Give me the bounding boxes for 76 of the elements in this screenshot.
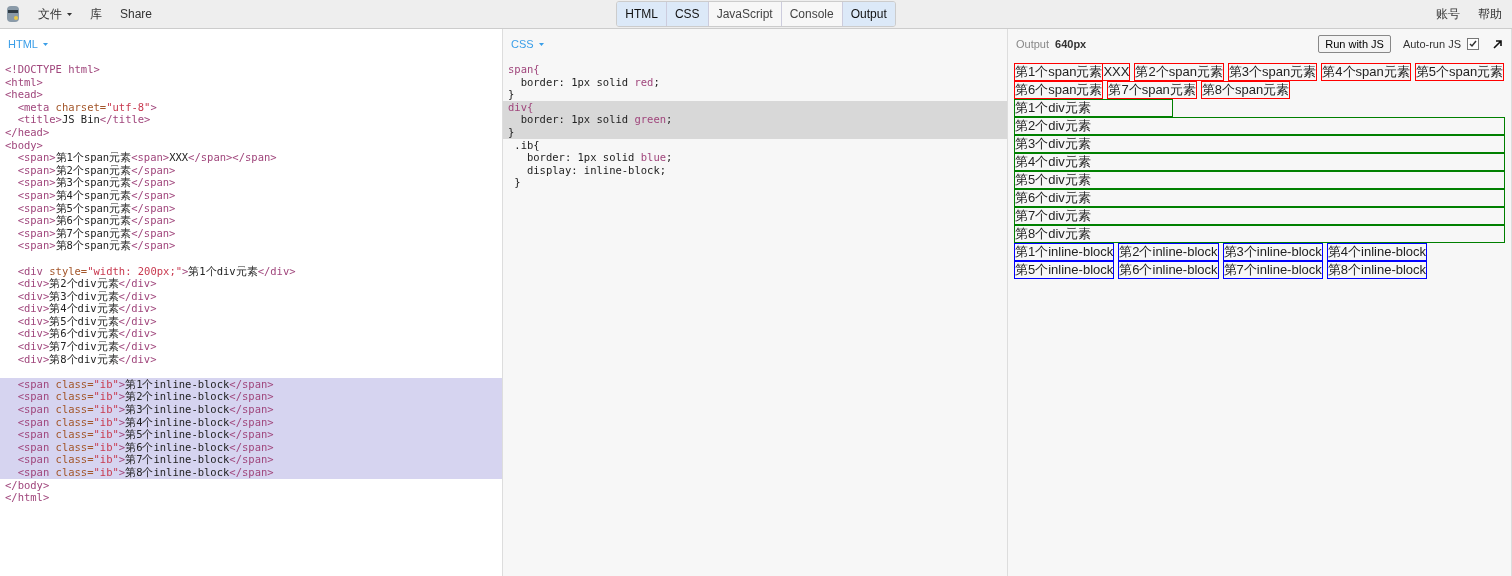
code-line: border: 1px solid red; [519, 75, 661, 89]
panel-title: Output [1016, 38, 1050, 50]
code-line: <div>第3个div元素</div> [16, 289, 158, 303]
div-element: 第1个div元素 [1014, 99, 1173, 117]
menu-item[interactable]: 文件 [38, 5, 72, 23]
popout-arrow-icon[interactable] [1493, 39, 1503, 49]
span-element: 第7个span元素 [1107, 81, 1197, 99]
code-line: border: 1px solid blue; [525, 151, 674, 164]
panel-tab[interactable]: HTML [617, 2, 667, 26]
span-element: 第2个span元素 [1134, 63, 1224, 81]
div-element: 第4个div元素 [1014, 153, 1505, 171]
code-line: </head> [4, 125, 51, 139]
code-line: span{ [507, 63, 541, 76]
code-line: <!DOCTYPE html> [4, 63, 101, 76]
code-line: <span>第3个span元素</span> [16, 176, 177, 189]
width-label: 640px [1055, 38, 1087, 50]
code-line: <span>第7个span元素</span> [16, 226, 177, 240]
div-element: 第7个div元素 [1014, 207, 1505, 225]
code-line: <span>第5个span元素</span> [16, 201, 177, 215]
inline-block-element: 第6个inline-block [1118, 261, 1219, 279]
span-element: 第1个span元素XXX [1014, 63, 1131, 81]
span-element: 第4个span元素 [1321, 63, 1411, 81]
span-element: 第6个span元素 [1014, 81, 1104, 99]
panel-tab[interactable]: CSS [666, 2, 709, 26]
caret-icon [67, 12, 72, 16]
code-line: <div>第7个div元素</div> [16, 340, 158, 353]
code-line: .ib{ [513, 138, 541, 152]
autorun-checkbox[interactable] [1467, 38, 1479, 50]
inline-block-element: 第4个inline-block [1326, 243, 1428, 261]
code-line: </body> [4, 478, 51, 492]
div-element: 第2个div元素 [1014, 117, 1505, 135]
inline-block-element: 第5个inline-block [1014, 261, 1115, 279]
menu-link[interactable]: 账号 [1436, 5, 1460, 23]
code-line: <html> [4, 75, 44, 89]
code-line: <span>第8个span元素</span> [16, 239, 177, 252]
caret-icon [538, 42, 544, 46]
panel-tab[interactable]: Output [842, 2, 895, 26]
autorun-label: Auto-run JS [1402, 38, 1461, 50]
code-line: display: inline-block; [525, 163, 668, 177]
menu-item[interactable]: 库 [90, 5, 102, 23]
span-element: 第8个span元素 [1200, 81, 1291, 99]
div-element: 第5个div元素 [1014, 171, 1505, 189]
logo-icon [6, 5, 20, 23]
inline-block-element: 第2个inline-block [1118, 243, 1219, 261]
code-line: <meta charset="utf-8"> [16, 100, 158, 114]
code-line: <div>第4个div元素</div> [16, 302, 158, 315]
code-line: } [507, 88, 516, 101]
code-line: } [513, 176, 522, 189]
inline-block-element: 第8个inline-block [1326, 261, 1428, 279]
menu-item[interactable]: Share [120, 7, 153, 21]
code-line: <div>第2个div元素</div> [16, 277, 158, 290]
code-line: <head> [4, 88, 44, 101]
panel-tab[interactable]: Console [781, 2, 843, 26]
code-line: <span>第1个span元素<span>XXX</span></span> [16, 151, 278, 164]
div-element: 第3个div元素 [1014, 135, 1505, 153]
div-element: 第8个div元素 [1014, 225, 1505, 243]
panel-tab[interactable]: JavaScript [708, 2, 782, 26]
span-element: 第5个span元素 [1414, 63, 1505, 81]
code-line: <div style="width: 200px;">第1个div元素</div> [16, 264, 297, 277]
inline-block-element: 第3个inline-block [1222, 243, 1323, 261]
code-line: <span>第2个span元素</span> [16, 163, 177, 177]
code-line: <span>第4个span元素</span> [16, 188, 177, 202]
span-element: 第3个span元素 [1227, 63, 1318, 81]
code-line: <title>JS Bin</title> [16, 113, 152, 126]
code-line: <body> [4, 138, 44, 152]
inline-block-element: 第1个inline-block [1014, 243, 1115, 261]
caret-icon [42, 42, 48, 46]
code-line: <span>第6个span元素</span> [16, 214, 177, 227]
inline-block-element: 第7个inline-block [1222, 261, 1323, 279]
code-line: <div>第6个div元素</div> [16, 327, 158, 341]
code-line: <div>第5个div元素</div> [16, 314, 158, 328]
code-line: </html> [4, 491, 51, 504]
menu-link[interactable]: 帮助 [1478, 5, 1502, 23]
code-line: <div>第8个div元素</div> [16, 352, 158, 366]
div-element: 第6个div元素 [1014, 189, 1505, 207]
run-button[interactable]: Run with JS [1318, 35, 1391, 53]
